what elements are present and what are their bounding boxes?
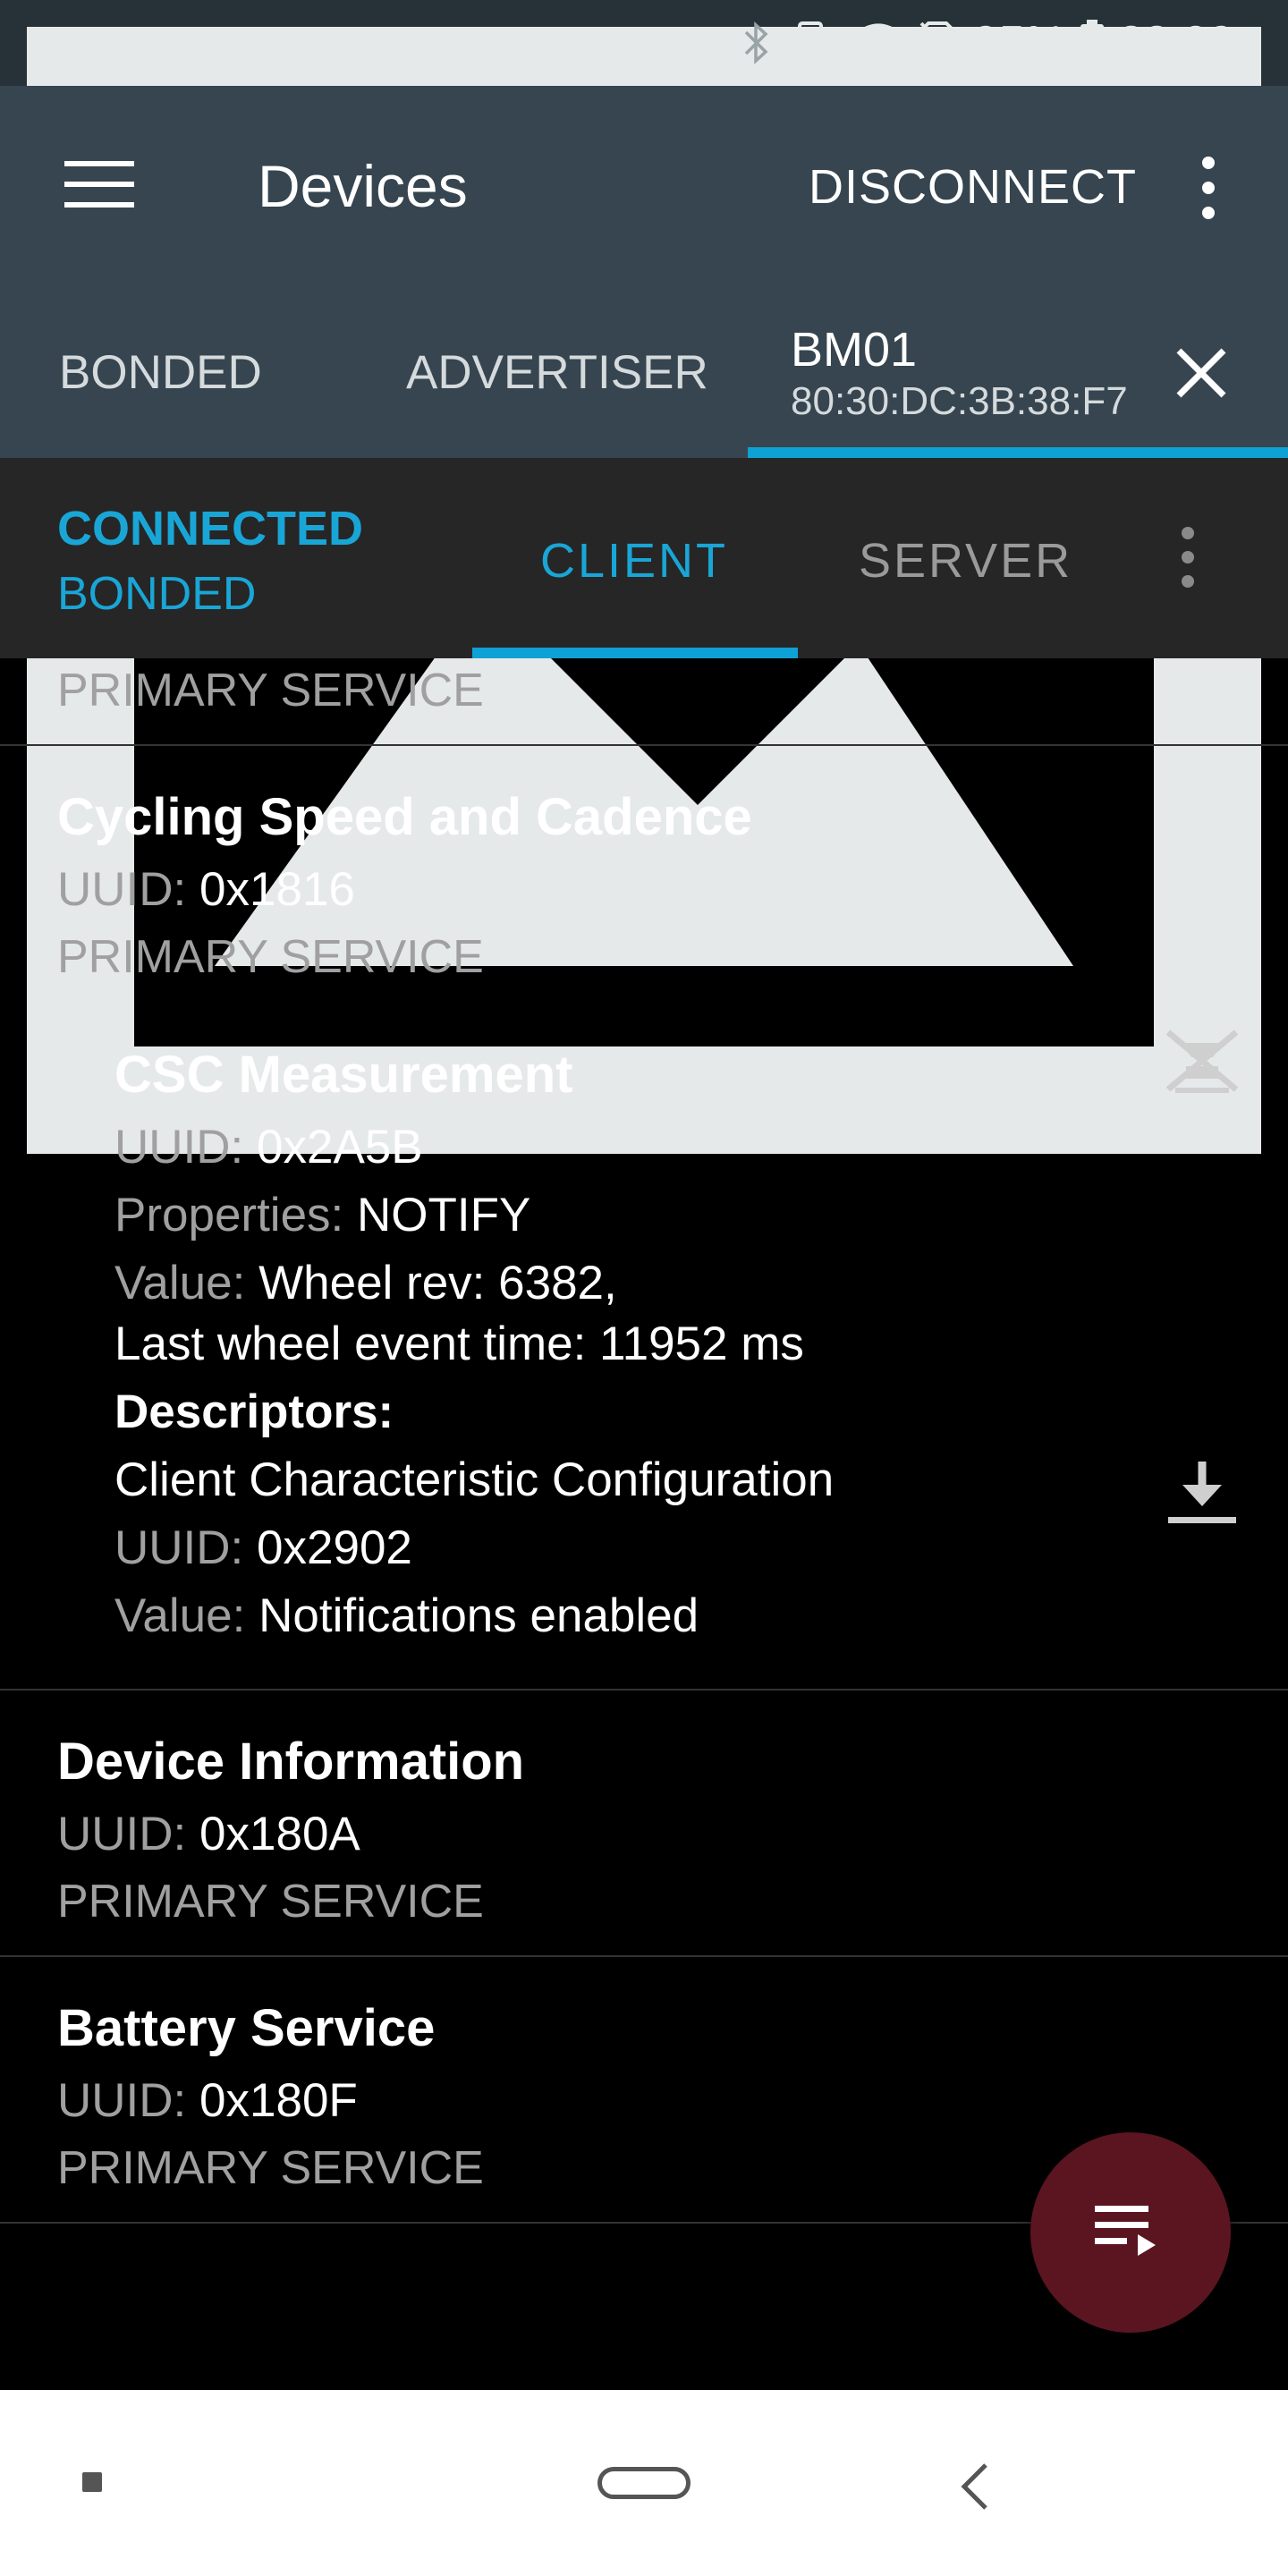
notifications-off-icon[interactable] [1163,1027,1241,1095]
no-sim-icon [919,21,959,66]
tab-bonded[interactable]: BONDED [59,345,262,400]
divider [0,1689,1288,1690]
uuid-value: 0x1816 [199,863,355,916]
value-label: Value: [114,1257,246,1309]
connection-state: CONNECTED [57,502,364,555]
value-text: Notifications enabled [258,1589,699,1642]
properties-value: NOTIFY [357,1189,531,1241]
playlist-play-icon [1095,2206,1156,2256]
properties-label: Properties: [114,1189,344,1241]
uuid-label: UUID: [57,1808,187,1860]
descriptor-uuid: UUID: 0x2902 [114,1521,412,1575]
service-name[interactable]: Device Information [57,1732,524,1792]
tab-advertiser[interactable]: ADVERTISER [406,345,708,400]
value-label: Value: [114,1589,246,1642]
page-title: Devices [258,153,468,219]
service-type: PRIMARY SERVICE [57,2142,484,2194]
client-tab-indicator [472,648,798,658]
download-icon[interactable] [1163,1458,1241,1526]
descriptor-name[interactable]: Client Characteristic Configuration [114,1453,834,1507]
characteristic-name[interactable]: CSC Measurement [114,1045,572,1105]
service-uuid: UUID: 0x180F [57,2073,358,2128]
descriptor-value: Value: Notifications enabled [114,1589,699,1643]
divider [0,744,1288,746]
log-fab-button[interactable] [1030,2132,1231,2333]
home-icon[interactable] [597,2467,691,2499]
tab-device-name[interactable]: BM01 [791,322,917,377]
value-text-line2: Last wheel event time: 11952 ms [114,1318,804,1370]
close-icon[interactable] [1174,345,1229,401]
characteristic-uuid: UUID: 0x2A5B [114,1120,423,1174]
service-type: PRIMARY SERVICE [57,931,484,983]
uuid-value: 0x180F [199,2074,358,2127]
uuid-label: UUID: [57,863,187,916]
hamburger-menu-icon[interactable] [64,159,134,209]
wifi-icon [853,23,903,64]
service-type: PRIMARY SERVICE [57,665,484,716]
service-name[interactable]: Battery Service [57,1998,435,2058]
characteristic-properties: Properties: NOTIFY [114,1188,530,1242]
tab-client[interactable]: CLIENT [540,533,728,589]
characteristic-value: Value: Wheel rev: 6382, [114,1256,617,1310]
status-icons: 95% 23:09 [742,14,1234,72]
device-tab-indicator [748,447,1288,458]
service-name[interactable]: Cycling Speed and Cadence [57,787,752,847]
vibrate-icon [783,21,837,64]
service-type: PRIMARY SERVICE [57,1876,484,1928]
uuid-label: UUID: [57,2074,187,2127]
battery-icon [1080,20,1104,65]
uuid-value: 0x2A5B [257,1121,423,1174]
recent-apps-icon[interactable] [82,2472,102,2492]
uuid-value: 0x2902 [257,1521,412,1574]
value-text: Wheel rev: 6382, [258,1257,617,1309]
uuid-value: 0x180A [199,1808,360,1860]
more-options-icon[interactable] [1190,156,1227,220]
descriptors-heading: Descriptors: [114,1385,394,1438]
service-uuid: UUID: 0x1816 [57,862,355,917]
disconnect-button[interactable]: DISCONNECT [809,159,1137,215]
bluetooth-icon [744,21,768,64]
divider [0,1955,1288,1957]
bond-state: BONDED [57,568,257,620]
more-options-icon[interactable] [1172,526,1204,589]
tab-server[interactable]: SERVER [859,533,1072,589]
uuid-label: UUID: [114,1121,244,1174]
back-icon[interactable] [957,2460,993,2513]
clock: 23:09 [1117,17,1234,69]
service-uuid: UUID: 0x180A [57,1807,360,1861]
battery-percent: 95% [972,17,1066,69]
device-address: 80:30:DC:3B:38:F7 [791,379,1128,423]
uuid-label: UUID: [114,1521,244,1574]
